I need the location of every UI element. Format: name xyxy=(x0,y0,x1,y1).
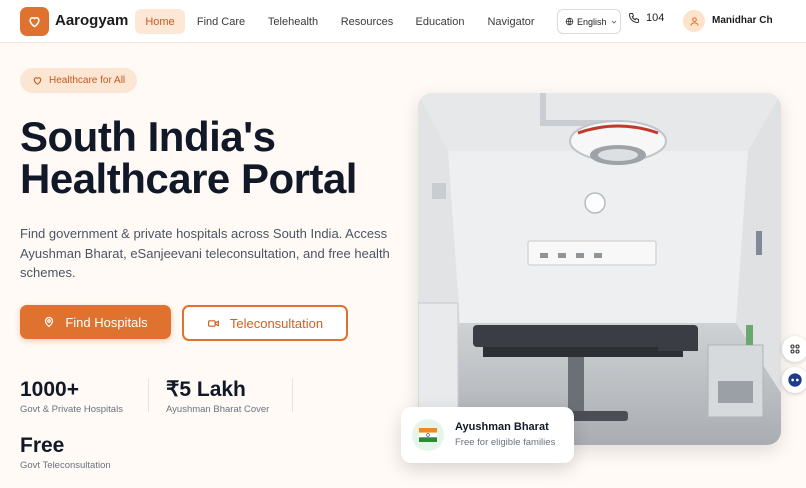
teleconsultation-button[interactable]: Teleconsultation xyxy=(182,305,348,341)
stat-divider xyxy=(292,378,293,412)
heart-outline-icon xyxy=(33,77,42,85)
site-header: Aarogyam Home Find Care Telehealth Resou… xyxy=(0,0,806,43)
avatar[interactable] xyxy=(683,10,705,32)
chevron-down-icon xyxy=(611,20,616,24)
stat-label: Govt Teleconsultation xyxy=(20,460,111,471)
user-icon xyxy=(689,16,699,26)
title-line-1: South India's xyxy=(20,113,276,160)
user-name[interactable]: Manidhar Ch xyxy=(712,15,773,26)
stat-teleconsult: Free Govt Teleconsultation xyxy=(20,434,111,471)
nav-navigator[interactable]: Navigator xyxy=(482,9,540,34)
find-hospitals-label: Find Hospitals xyxy=(65,314,148,330)
heart-icon xyxy=(29,17,40,28)
find-hospitals-button[interactable]: Find Hospitals xyxy=(20,305,171,339)
stat-label: Govt & Private Hospitals xyxy=(20,404,123,415)
stat-value: Free xyxy=(20,434,65,457)
badge-subtitle: Free for eligible families xyxy=(455,437,556,448)
logo[interactable] xyxy=(20,7,49,36)
stat-label: Ayushman Bharat Cover xyxy=(166,404,270,415)
chatbot-button[interactable] xyxy=(782,367,806,393)
apps-widget-button[interactable] xyxy=(782,336,806,362)
brand-name[interactable]: Aarogyam xyxy=(55,12,128,29)
hero-image-operating-room xyxy=(418,93,781,445)
language-select[interactable]: English xyxy=(557,9,621,34)
stat-cover: ₹5 Lakh Ayushman Bharat Cover xyxy=(166,378,269,415)
nav-home[interactable]: Home xyxy=(135,9,185,34)
video-icon xyxy=(207,319,219,327)
globe-icon xyxy=(565,17,574,26)
india-flag-icon xyxy=(412,419,444,451)
stat-value: ₹5 Lakh xyxy=(166,378,246,401)
phone-icon xyxy=(628,13,639,24)
nav-resources[interactable]: Resources xyxy=(336,9,398,34)
tagline-text: Healthcare for All xyxy=(49,75,126,86)
badge-title: Ayushman Bharat xyxy=(455,421,549,433)
ayushman-badge-card: Ayushman Bharat Free for eligible famili… xyxy=(401,407,574,463)
teleconsultation-label: Teleconsultation xyxy=(229,315,324,331)
language-label: English xyxy=(577,16,607,27)
hero-description: Find government & private hospitals acro… xyxy=(20,226,390,280)
grid-icon xyxy=(790,344,800,354)
page-title: South India's Healthcare Portal xyxy=(20,116,400,200)
chatbot-icon xyxy=(788,373,802,387)
nav-telehealth[interactable]: Telehealth xyxy=(262,9,324,34)
map-pin-icon xyxy=(45,316,54,328)
tagline-pill: Healthcare for All xyxy=(20,68,138,93)
stat-value: 1000+ xyxy=(20,378,79,401)
nav-education[interactable]: Education xyxy=(410,9,470,34)
nav-find-care[interactable]: Find Care xyxy=(193,9,249,34)
stat-divider xyxy=(148,378,149,412)
title-line-2: Healthcare Portal xyxy=(20,155,357,202)
helpline-number: 104 xyxy=(646,12,665,24)
helpline-link[interactable]: 104 xyxy=(628,12,664,24)
stat-hospitals: 1000+ Govt & Private Hospitals xyxy=(20,378,123,415)
